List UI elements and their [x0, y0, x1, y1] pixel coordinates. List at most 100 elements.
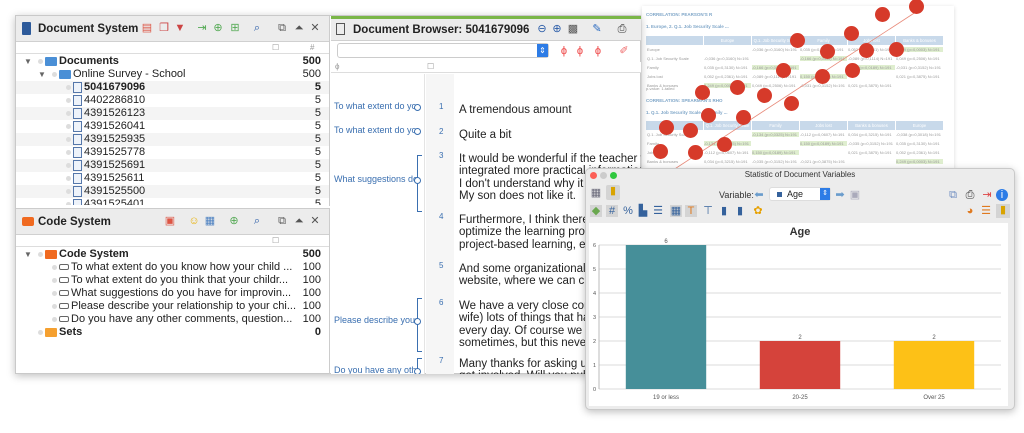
expand-arrow-icon[interactable]: ▼ — [24, 55, 32, 68]
axis-label-icon[interactable]: ⊤ — [702, 205, 714, 217]
horizontal-bar-icon[interactable]: ☰ — [980, 205, 992, 217]
tree-item[interactable]: 5041679096 5 — [16, 81, 329, 94]
highlight-icon[interactable]: ✐ — [618, 45, 630, 57]
code-select[interactable]: ⇕ — [337, 43, 549, 58]
tree-item[interactable]: 4402286810 5 — [16, 94, 329, 107]
code-tree-item[interactable]: Do you have any other comments, question… — [16, 313, 329, 326]
maximize-icon[interactable]: ⏶ — [293, 215, 305, 227]
undock-icon[interactable]: ⧉ — [276, 215, 288, 227]
code-tree-item[interactable]: Sets 0 — [16, 326, 329, 339]
document-icon — [73, 120, 82, 132]
pie-chart-icon[interactable]: ◕ — [964, 205, 976, 217]
tree-item[interactable]: 4391525611 5 — [16, 172, 329, 185]
code-tree-item[interactable]: To what extent do you know how your chil… — [16, 261, 329, 274]
coding-stripe-label[interactable]: What suggestions do — [334, 174, 418, 184]
code-tree-item[interactable]: ▼ Code System 500 — [16, 248, 329, 261]
activate-docs-icon[interactable]: ▤ — [141, 22, 153, 34]
tree-item-label: 4391525778 — [84, 146, 146, 158]
activate-codes-icon[interactable]: ▣ — [164, 215, 176, 227]
next-variable-icon[interactable]: ➡ — [834, 189, 846, 201]
maximize-icon[interactable]: ⏶ — [293, 22, 305, 34]
table-view-icon[interactable]: ▦ — [590, 187, 602, 199]
export-icon[interactable]: ⇥ — [981, 189, 993, 201]
coding-stripe-bracket[interactable] — [417, 298, 422, 352]
tree-item[interactable]: 4391526041 5 — [16, 120, 329, 133]
tree-item[interactable]: 4391525778 5 — [16, 146, 329, 159]
coding-stripe-knot-icon[interactable] — [414, 176, 421, 184]
coding-stripe-knot-icon[interactable] — [414, 368, 421, 374]
memo-column-icon: ☐ — [272, 236, 280, 245]
code-column-icon: ϕ — [335, 62, 340, 71]
print-icon[interactable]: ⎙ — [964, 189, 976, 201]
bar-icon[interactable]: ▮ — [718, 205, 730, 217]
expand-arrow-icon[interactable]: ▼ — [24, 248, 32, 261]
percent-icon[interactable]: % — [622, 205, 634, 217]
close-icon[interactable]: ✕ — [309, 22, 321, 34]
status-dot-icon — [52, 316, 57, 322]
zoom-in-icon[interactable]: ⊕ — [551, 23, 563, 35]
tree-item[interactable]: 4391525691 5 — [16, 159, 329, 172]
chart-view-icon[interactable]: ▮ — [606, 185, 620, 200]
edit-mode-icon[interactable]: ✎ — [591, 23, 603, 35]
tree-item-count: 5 — [314, 107, 321, 119]
vertical-bar-icon[interactable]: ▮ — [996, 204, 1010, 218]
coding-stripe-bracket[interactable] — [417, 155, 422, 212]
coding-stripe-knot-icon[interactable] — [414, 128, 421, 135]
tree-item[interactable]: 4391526123 5 — [16, 107, 329, 120]
scatter-point — [790, 33, 805, 48]
new-document-icon[interactable]: ⊕ — [212, 22, 224, 34]
coding-stripe-label[interactable]: Do you have any othe — [334, 365, 418, 374]
tree-item-label: Online Survey - School — [73, 68, 186, 80]
code-tree-item[interactable]: To what extent do you think that your ch… — [16, 274, 329, 287]
scatter-point — [659, 120, 674, 135]
absolute-frequency-icon[interactable]: # — [606, 205, 618, 217]
qr-icon[interactable]: ▩ — [567, 23, 579, 35]
code-multiple-icon[interactable]: ϕ — [592, 45, 604, 57]
title-icon[interactable]: T — [685, 205, 697, 217]
code-new-icon[interactable]: ϕ — [574, 45, 586, 57]
search-icon[interactable]: ⌕ — [251, 22, 263, 34]
close-icon[interactable]: ✕ — [309, 215, 321, 227]
emoticode-icon[interactable]: ☺ — [188, 215, 200, 227]
code-icon[interactable]: ϕ — [558, 45, 570, 57]
scatter-point — [875, 7, 890, 22]
palette-icon[interactable]: ✿ — [752, 205, 764, 217]
code-matrix-icon[interactable]: ▦ — [204, 215, 216, 227]
tree-item[interactable]: 4391525500 5 — [16, 185, 329, 198]
copy-docs-icon[interactable]: ❐ — [158, 22, 170, 34]
tree-item[interactable]: 4391525935 5 — [16, 133, 329, 146]
filter-icon[interactable]: ▼ — [174, 22, 186, 34]
coding-stripe-knot-icon[interactable] — [414, 318, 421, 325]
gradient-icon[interactable]: ▮ — [734, 205, 746, 217]
tree-item[interactable]: ▼ Documents 500 — [16, 55, 329, 68]
code-item-content: Sets — [38, 326, 82, 339]
code-tree-item[interactable]: Please describe your relationship to you… — [16, 300, 329, 313]
coding-stripe-label[interactable]: To what extent do yo — [334, 101, 418, 111]
tree-item[interactable]: 4391525401 5 — [16, 198, 329, 205]
info-icon[interactable]: i — [996, 189, 1008, 201]
code-tree-item[interactable]: What suggestions do you have for improvi… — [16, 287, 329, 300]
coding-stripe-knot-icon[interactable] — [414, 104, 421, 111]
expand-arrow-icon[interactable]: ▼ — [38, 68, 46, 81]
grid-icon[interactable]: ▦ — [670, 205, 682, 217]
variable-select[interactable]: Age ⇕ — [769, 187, 831, 201]
new-code-icon[interactable]: ⊕ — [228, 215, 240, 227]
search-codes-icon[interactable]: ⌕ — [251, 215, 263, 227]
coding-stripe-label[interactable]: Please describe your — [334, 315, 418, 325]
copy-icon[interactable]: ⧉ — [947, 189, 959, 201]
code-item-count: 100 — [302, 287, 321, 299]
previous-variable-icon[interactable]: ⬅ — [753, 189, 765, 201]
cumulative-icon[interactable]: ▙ — [637, 205, 649, 217]
coding-stripe-label[interactable]: To what extent do yo — [334, 125, 418, 135]
export-variable-icon[interactable]: ▣ — [849, 189, 861, 201]
undock-icon[interactable]: ⧉ — [276, 22, 288, 34]
zoom-out-icon[interactable]: ⊖ — [536, 23, 548, 35]
print-icon[interactable]: ⎙ — [616, 23, 628, 35]
tree-item[interactable]: ▼ Online Survey - School 500 — [16, 68, 329, 81]
list-icon[interactable]: ☰ — [652, 205, 664, 217]
import-icon[interactable]: ⇥ — [196, 22, 208, 34]
new-folder-icon[interactable]: ⊞ — [229, 22, 241, 34]
labels-icon[interactable]: ◆ — [590, 205, 602, 217]
scatter-point — [844, 26, 859, 41]
tree-item-label: 4391525611 — [84, 172, 145, 184]
